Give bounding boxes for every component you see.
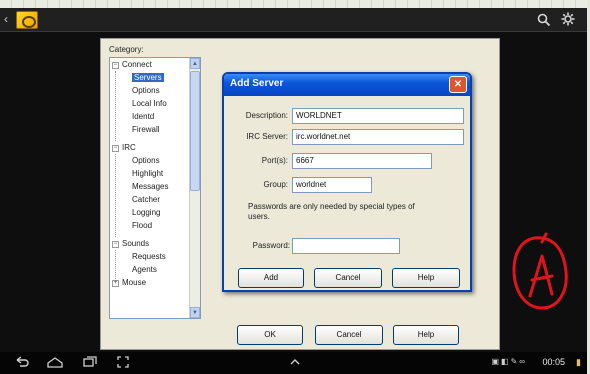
password-label: Password: [252,241,290,250]
ports-label: Port(s): [261,156,288,165]
tree-item-irc-options[interactable]: Options [110,154,160,167]
scroll-down-icon[interactable]: ▼ [190,307,200,318]
ok-button[interactable]: OK [237,325,303,345]
category-label: Category: [109,45,144,54]
cancel-button[interactable]: Cancel [315,325,383,345]
expand-icon[interactable]: + [112,280,119,287]
tree-item-mouse[interactable]: + Mouse [112,276,146,289]
tree-item-identd[interactable]: Identd [110,110,154,123]
nav-home-icon[interactable] [46,355,64,372]
add-server-dialog: Add Server ✕ Description: WORLDNET IRC S… [222,72,472,292]
tree-item-firewall[interactable]: Firewall [110,123,160,136]
tablet-top-bar: ‹ [0,8,587,32]
tree-item-catcher[interactable]: Catcher [110,193,160,206]
help-button[interactable]: Help [393,325,459,345]
nav-chevron-up-icon[interactable] [288,355,302,372]
system-nav-bar: ▣◧✎∞ 00:05 ▮ [0,352,587,374]
nav-screenshot-icon[interactable] [116,355,130,372]
dialog-help-button[interactable]: Help [392,268,460,288]
search-icon[interactable] [537,13,551,27]
description-field[interactable]: WORLDNET [292,108,464,124]
irc-server-label: IRC Server: [246,132,288,141]
tree-item-connect[interactable]: − Connect [112,58,152,71]
tree-item-messages[interactable]: Messages [110,180,168,193]
nav-back-icon[interactable] [14,355,30,372]
app-logo-icon [16,11,38,29]
description-label: Description: [245,111,288,120]
tree-item-requests[interactable]: Requests [110,250,166,263]
collapse-icon[interactable]: − [112,62,119,69]
settings-icon[interactable] [561,12,575,26]
notification-icons: ▣◧✎∞ [491,357,527,366]
collapse-icon[interactable]: − [112,241,119,248]
scroll-thumb[interactable] [190,71,200,191]
add-server-title: Add Server [230,78,284,89]
add-button[interactable]: Add [238,268,304,288]
scroll-up-icon[interactable]: ▲ [190,58,200,69]
close-icon[interactable]: ✕ [449,76,467,93]
tree-item-servers[interactable]: Servers [110,71,164,84]
tree-item-flood[interactable]: Flood [110,219,152,232]
back-arrow-icon[interactable]: ‹ [4,12,8,26]
ports-field[interactable]: 6667 [292,153,432,169]
tree-item-local-info[interactable]: Local Info [110,97,167,110]
group-field[interactable]: worldnet [292,177,372,193]
grid-paper-backdrop [0,0,590,8]
irc-server-field[interactable]: irc.worldnet.net [292,129,464,145]
red-annotation-mark [512,232,568,310]
tree-item-highlight[interactable]: Highlight [110,167,163,180]
tree-item-sounds[interactable]: − Sounds [112,237,149,250]
status-time: 00:05 [542,357,565,367]
tree-item-agents[interactable]: Agents [110,263,157,276]
password-field[interactable] [292,238,400,254]
group-label: Group: [263,180,288,189]
nav-recent-apps-icon[interactable] [82,355,98,372]
collapse-icon[interactable]: − [112,145,119,152]
battery-icon: ▮ [576,357,581,367]
dialog-cancel-button[interactable]: Cancel [314,268,382,288]
tree-scrollbar[interactable]: ▲ ▼ [189,58,200,318]
category-tree[interactable]: − Connect Servers Options Local Info Iden… [109,57,201,319]
tree-item-logging[interactable]: Logging [110,206,160,219]
add-server-titlebar[interactable]: Add Server ✕ [224,74,470,96]
tree-item-irc[interactable]: − IRC [112,141,136,154]
password-note: Passwords are only needed by special typ… [248,202,415,221]
tree-item-options[interactable]: Options [110,84,160,97]
